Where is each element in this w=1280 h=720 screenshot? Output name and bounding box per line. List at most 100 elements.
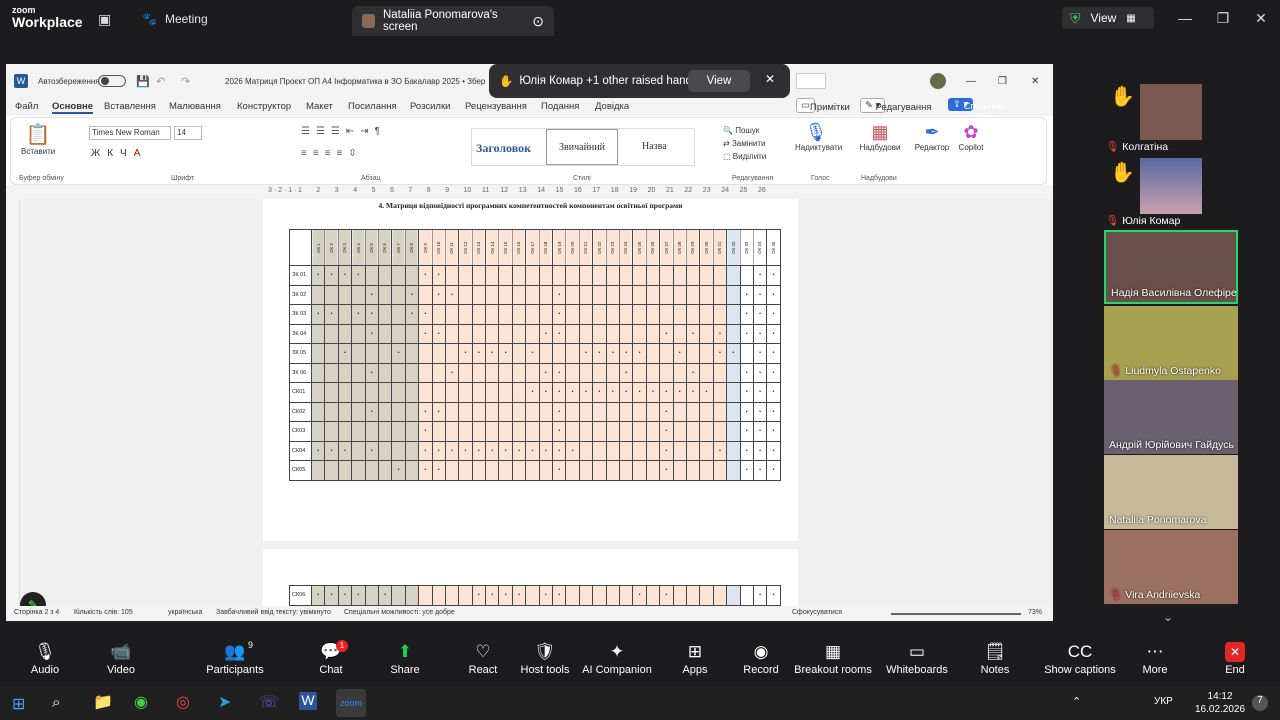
minimize-icon[interactable]: —: [1166, 0, 1204, 36]
tab-help[interactable]: Довідка: [595, 101, 629, 112]
account-avatar[interactable]: [930, 73, 946, 89]
tab-review[interactable]: Рецензування: [465, 101, 527, 112]
close-icon[interactable]: ✕: [765, 72, 775, 86]
matrix-cell: [364, 265, 379, 286]
font-name-box[interactable]: Times New Roman: [89, 126, 171, 140]
toolbar-share-button[interactable]: ⬆ Share: [360, 636, 450, 686]
matrix-cell: •: [552, 304, 567, 325]
toolbar-ai-companion-button[interactable]: ✦ AI Companion: [572, 636, 662, 686]
sidebar-toggle-icon[interactable]: ▣: [98, 11, 111, 28]
windows-start-icon[interactable]: ⊞: [12, 694, 25, 714]
participant-video[interactable]: [1140, 158, 1202, 214]
view-button[interactable]: ⛨ View ▦: [1062, 7, 1154, 29]
search-icon[interactable]: ⌕: [52, 694, 60, 711]
list-buttons[interactable]: ☰☰☰⇤⇥¶: [301, 126, 386, 137]
font-size-box[interactable]: 14: [174, 126, 202, 140]
tab-mailings[interactable]: Розсилки: [410, 101, 450, 112]
styles-gallery[interactable]: Заголовок Звичайний Назва: [471, 128, 695, 166]
matrix-cell: [645, 421, 661, 442]
style-normal[interactable]: Звичайний: [546, 129, 618, 165]
tab-view[interactable]: Подання: [541, 101, 579, 112]
share-button[interactable]: ⇪ Спільний доступ ▾: [948, 98, 1004, 123]
undo-icon[interactable]: ↶: [156, 75, 165, 88]
language[interactable]: українська: [168, 609, 202, 616]
addins-button[interactable]: ▦ Надбудови: [857, 122, 903, 152]
chrome-icon[interactable]: ◎: [176, 692, 190, 712]
select-button[interactable]: ⬚ Виділити: [723, 150, 766, 163]
participant-tile-active[interactable]: Надія Василівна Олефіре...: [1104, 230, 1238, 304]
toolbar-end-button[interactable]: ✕ End: [1190, 636, 1280, 686]
style-title[interactable]: Назва: [642, 141, 667, 152]
telegram-icon[interactable]: ➤: [218, 692, 231, 712]
focus-mode[interactable]: Сфокусуватися: [792, 609, 842, 616]
toolbar-more-button[interactable]: ⋯ More: [1110, 636, 1200, 686]
search-box[interactable]: [796, 73, 826, 89]
file-explorer-icon[interactable]: 📁: [93, 692, 113, 712]
raised-hands-banner: ✋ Юлія Комар +1 other raised hands View …: [489, 64, 790, 98]
chevron-down-icon[interactable]: ⌄: [1163, 610, 1173, 624]
language-indicator[interactable]: УКР: [1154, 696, 1173, 707]
dictate-button[interactable]: 🎙 Надиктувати: [795, 122, 842, 152]
matrix-header-row: ОК 1 ОК 2 ОК 3 ОК 4 ОК 5 ОК 6 ОК 7 ОК 8 ОК 9 ОК 1…: [289, 229, 781, 266]
tab-draw[interactable]: Малювання: [169, 101, 221, 112]
redo-icon[interactable]: ↷: [181, 75, 190, 88]
matrix-cell: •: [605, 382, 620, 403]
zoom-taskbar-icon[interactable]: zoom: [336, 689, 366, 717]
toolbar-whiteboards-button[interactable]: ▭ Whiteboards: [872, 636, 962, 686]
comments-button[interactable]: ▭ Примітки: [796, 98, 850, 113]
viber-icon[interactable]: ☏: [259, 692, 279, 712]
tab-file[interactable]: Файл: [15, 101, 38, 112]
participant-tile[interactable]: Nataliia Ponomarova: [1104, 455, 1238, 529]
participant-video[interactable]: [1140, 84, 1202, 140]
style-heading[interactable]: Заголовок: [476, 141, 531, 156]
format-buttons[interactable]: ЖКЧA: [91, 148, 147, 159]
matrix-cell: [364, 382, 379, 403]
minimize-icon[interactable]: —: [966, 76, 976, 87]
matrix-cell: •: [685, 382, 701, 403]
maximize-icon[interactable]: ❐: [998, 76, 1007, 87]
editing-button[interactable]: ✎ Редагування ▾: [860, 98, 932, 113]
copilot-button[interactable]: ✿ Copilot: [951, 122, 991, 152]
banner-view-button[interactable]: View: [688, 70, 750, 92]
tab-layout[interactable]: Макет: [306, 101, 333, 112]
paste-button[interactable]: 📋 Вставити: [21, 122, 55, 156]
chevron-up-icon[interactable]: ⌃: [1072, 695, 1081, 708]
participant-tile[interactable]: Андрій Юрійович Гайдусь: [1104, 380, 1238, 454]
close-icon[interactable]: ✕: [1031, 76, 1039, 87]
accessibility[interactable]: Спеціальні можливості: усе добре: [344, 609, 455, 616]
matrix-cell: [498, 401, 513, 422]
toolbar-participants-button[interactable]: 👥 Participants 9: [190, 636, 280, 686]
text-predictions[interactable]: Завбачливий ввід тексту: увімкнуто: [216, 609, 331, 616]
matrix-cell: [351, 440, 366, 461]
tab-home[interactable]: Основне: [52, 101, 94, 114]
clock[interactable]: 14:12 16.02.2026: [1195, 690, 1245, 716]
matrix-cell: •: [538, 440, 554, 461]
toolbar-notes-button[interactable]: 🗒 Notes: [950, 636, 1040, 686]
toolbar-video-button[interactable]: 📹 Video: [76, 636, 166, 686]
more-icon[interactable]: ⊙: [532, 13, 544, 30]
maximize-icon[interactable]: ❐: [1204, 0, 1242, 36]
toolbar-breakout-rooms-button[interactable]: ▦ Breakout rooms: [788, 636, 878, 686]
matrix-cell: [699, 323, 714, 344]
tab-references[interactable]: Посилання: [348, 101, 397, 112]
ruler-mark: 26: [758, 187, 766, 194]
notification-badge[interactable]: 7: [1252, 695, 1268, 711]
whatsapp-icon[interactable]: ◉: [134, 692, 148, 712]
replace-button[interactable]: ⇄ Замінити: [723, 137, 766, 150]
participant-tile[interactable]: 🎙 Vira Andriievska: [1104, 530, 1238, 604]
editor-button[interactable]: ✒ Редактор: [912, 122, 952, 152]
share-tab[interactable]: Nataliia Ponomarova's screen ⊙: [352, 6, 554, 36]
autosave-toggle[interactable]: [98, 75, 126, 87]
tab-design[interactable]: Конструктор: [237, 101, 291, 112]
zoom-level[interactable]: 73%: [1028, 609, 1042, 616]
find-button[interactable]: 🔍 Пошук: [723, 124, 766, 137]
word-taskbar-icon[interactable]: W: [299, 692, 317, 710]
align-buttons[interactable]: ≡≡≡≡⇳: [301, 148, 363, 159]
matrix-cell: [552, 265, 567, 286]
close-icon[interactable]: ✕: [1242, 0, 1280, 36]
meeting-tab[interactable]: 🐾 Meeting: [142, 12, 208, 26]
tab-insert[interactable]: Вставлення: [104, 101, 156, 112]
save-icon[interactable]: 💾: [136, 75, 150, 88]
zoom-slider[interactable]: [891, 613, 1021, 615]
participant-tile[interactable]: 🎙 Liudmyla Ostapenko: [1104, 306, 1238, 380]
